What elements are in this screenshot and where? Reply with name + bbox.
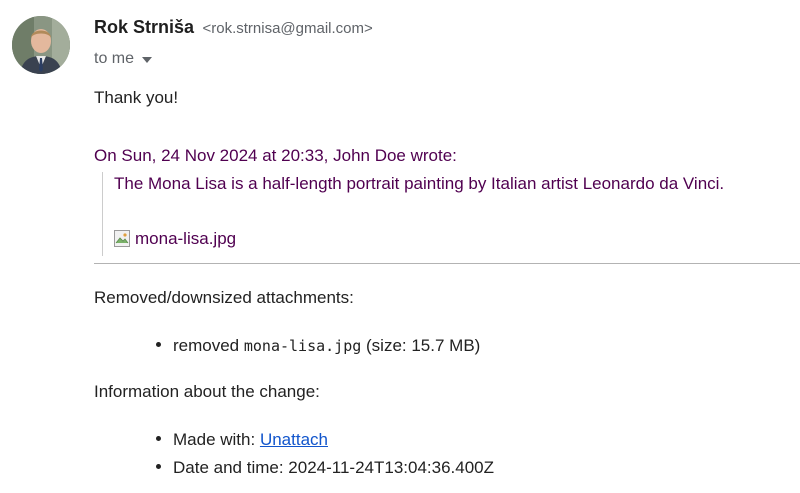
list-item: removed mona-lisa.jpg (size: 15.7 MB) <box>156 332 480 360</box>
sender-email: <rok.strnisa@gmail.com> <box>202 20 373 37</box>
sender-line: Rok Strniša <rok.strnisa@gmail.com> <box>94 17 373 38</box>
made-with-label: Made with: <box>173 430 260 449</box>
removed-prefix: removed <box>173 336 244 355</box>
broken-image-icon <box>113 229 133 249</box>
info-list: Made with: Unattach Date and time: 2024-… <box>156 426 494 482</box>
bullet-icon <box>156 436 161 442</box>
bullet-icon <box>156 342 161 348</box>
signature-divider <box>94 263 800 264</box>
removed-filename: mona-lisa.jpg <box>243 337 362 355</box>
removed-list: removed mona-lisa.jpg (size: 15.7 MB) <box>156 332 480 360</box>
sender-avatar[interactable] <box>12 16 70 74</box>
caret-down-icon[interactable] <box>142 57 153 63</box>
quote-attribution: On Sun, 24 Nov 2024 at 20:33, John Doe w… <box>94 146 457 165</box>
list-item: Date and time: 2024-11-24T13:04:36.400Z <box>156 454 494 482</box>
unattach-link[interactable]: Unattach <box>260 430 328 449</box>
info-heading: Information about the change: <box>94 382 320 401</box>
list-item: Made with: Unattach <box>156 426 494 454</box>
quote-border <box>102 172 103 256</box>
datetime-label: Date and time: <box>173 458 289 477</box>
greeting-text: Thank you! <box>94 88 179 107</box>
email-message: Rok Strniša <rok.strnisa@gmail.com> to m… <box>0 0 800 493</box>
datetime-value: 2024-11-24T13:04:36.400Z <box>288 458 495 477</box>
removed-size: (size: 15.7 MB) <box>361 336 481 355</box>
removed-heading: Removed/downsized attachments: <box>94 288 354 307</box>
sender-name[interactable]: Rok Strniša <box>94 17 194 37</box>
quoted-image[interactable]: mona-lisa.jpg <box>113 229 236 249</box>
quoted-image-alt: mona-lisa.jpg <box>135 229 237 248</box>
quoted-text: The Mona Lisa is a half-length portrait … <box>114 174 725 193</box>
bullet-icon <box>156 464 161 470</box>
recipients-label: to me <box>94 50 135 67</box>
recipients-toggle[interactable]: to me <box>94 50 153 68</box>
